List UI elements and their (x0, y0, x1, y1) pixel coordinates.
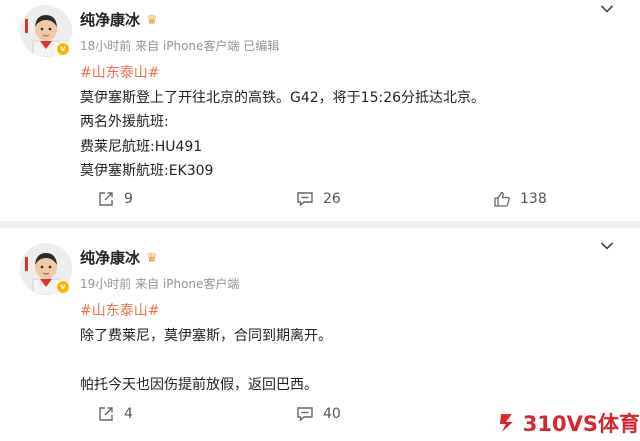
comment-button[interactable]: 40 (296, 403, 341, 425)
post-text: #山东泰山# 除了费莱尼，莫伊塞斯，合同到期离开。 帕托今天也因伤提前放假，返回… (80, 299, 332, 397)
post-meta: 19小时前 来自 iPhone客户端 (80, 277, 240, 291)
post-line: 除了费莱尼，莫伊塞斯，合同到期离开。 (80, 327, 332, 344)
crown-icon: ♛ (146, 251, 158, 266)
like-button[interactable]: 138 (493, 188, 547, 210)
share-button[interactable]: 9 (97, 188, 133, 210)
crown-icon: ♛ (146, 13, 158, 28)
comment-icon (297, 192, 313, 207)
chevron-down-icon[interactable] (600, 241, 614, 251)
share-icon (99, 192, 113, 206)
watermark-text: 310VS体育 (522, 412, 640, 436)
thumbs-up-icon (494, 191, 510, 207)
brand-logo-icon (499, 414, 513, 432)
comment-count: 40 (323, 406, 341, 422)
post-line: 莫伊塞斯登上了开往北京的高铁。G42，将于15:26分抵达北京。 (80, 89, 486, 106)
author-name[interactable]: 纯净康冰 ♛ (80, 9, 158, 30)
comment-count: 26 (323, 191, 341, 207)
action-bar: 9 26 138 (0, 188, 640, 210)
topic-tag[interactable]: #山东泰山# (80, 61, 485, 86)
share-count: 9 (124, 191, 133, 207)
post-meta: 18小时前 来自 iPhone客户端 已编辑 (80, 39, 280, 53)
comment-button[interactable]: 26 (296, 188, 341, 210)
topic-tag[interactable]: #山东泰山# (80, 299, 332, 324)
post-line: 帕托今天也因伤提前放假，返回巴西。 (80, 376, 318, 393)
verified-badge-icon: v (56, 280, 70, 294)
post-line: 费莱尼航班:HU491 (80, 138, 203, 155)
author-name[interactable]: 纯净康冰 ♛ (80, 247, 158, 268)
watermark: 310VS体育 (487, 405, 640, 441)
like-count: 138 (520, 191, 547, 207)
chevron-down-icon[interactable] (600, 4, 614, 14)
post-card: v 纯净康冰 ♛ 18小时前 来自 iPhone客户端 已编辑 #山东泰山# 莫伊… (0, 0, 640, 221)
verified-badge-icon: v (56, 42, 70, 56)
share-count: 4 (124, 406, 133, 422)
comment-icon (297, 407, 313, 422)
share-button[interactable]: 4 (97, 403, 133, 425)
share-icon (99, 407, 113, 421)
post-line: 两名外援航班: (80, 114, 169, 130)
post-text: #山东泰山# 莫伊塞斯登上了开往北京的高铁。G42，将于15:26分抵达北京。 … (80, 61, 485, 184)
post-line: 莫伊塞斯航班:EK309 (80, 163, 214, 179)
